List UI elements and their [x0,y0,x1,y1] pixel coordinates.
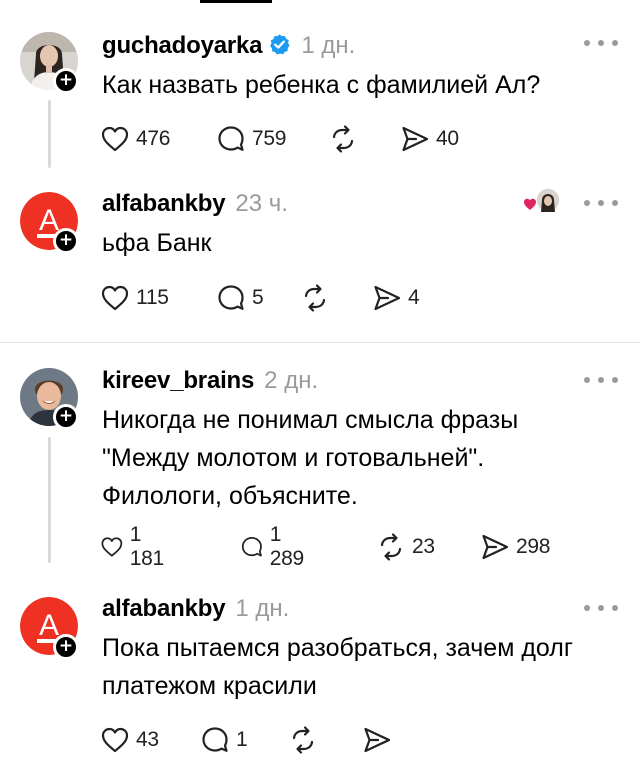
follow-plus-badge[interactable]: + [53,404,79,430]
reply-bubble-icon [240,532,264,562]
author-avatar-with-heart-icon [524,187,561,213]
repost-icon [328,124,358,154]
heart-icon [100,532,124,562]
follow-plus-badge[interactable]: + [53,228,79,254]
post-text: Пока пытаемся разобраться, зачем долг пл… [102,629,602,705]
username[interactable]: kireev_brains [102,367,254,395]
reply-button[interactable]: 759 [216,124,286,154]
more-options-icon[interactable] [584,603,618,613]
heart-icon [100,283,130,313]
share-button[interactable] [362,725,392,755]
post-time: 1 дн. [301,32,356,59]
post-alfabankby-reply[interactable]: A + alfabankby 23 ч. ьфа Банк 115 5 4 [0,180,640,340]
more-options-icon[interactable] [584,375,618,385]
share-send-icon [400,124,430,154]
post-time: 2 дн. [264,367,319,394]
follow-plus-badge[interactable]: + [53,634,79,660]
thread-connector-line [48,100,51,168]
share-count: 40 [436,127,459,150]
like-button[interactable]: 43 [100,725,159,755]
username[interactable]: alfabankby [102,595,226,623]
reply-button[interactable]: 1 [200,725,248,755]
follow-plus-badge[interactable]: + [53,68,79,94]
post-guchadoyarka[interactable]: + guchadoyarka 1 дн. Как назвать ребенка… [0,0,640,180]
repost-count: 23 [412,535,435,558]
post-text: ьфа Банк [102,229,212,257]
username[interactable]: alfabankby [102,190,226,218]
post-text-line: платежом красили [102,672,317,700]
repost-icon [288,725,318,755]
share-send-icon [372,283,402,313]
reply-bubble-icon [216,124,246,154]
post-text-line: Пока пытаемся разобраться, зачем долг [102,634,573,662]
reply-button[interactable]: 1 289 [240,523,310,570]
like-count: 1 181 [129,523,164,570]
like-button[interactable]: 115 [100,283,169,313]
share-send-icon [480,532,510,562]
like-count: 43 [136,728,159,751]
post-text: Как назвать ребенка с фамилией Ал? [102,71,541,99]
like-count: 115 [136,286,169,309]
like-count: 476 [136,127,171,150]
share-send-icon [362,725,392,755]
share-count: 4 [408,286,420,309]
share-count: 298 [516,535,551,558]
reply-bubble-icon [200,725,230,755]
repost-button[interactable] [300,283,330,313]
heart-icon [100,124,130,154]
share-button[interactable]: 4 [372,283,420,313]
like-button[interactable]: 476 [100,124,170,154]
repost-icon [300,283,330,313]
thread-connector-line [48,437,51,563]
like-button[interactable]: 1 181 [100,523,170,570]
post-time: 1 дн. [235,595,290,622]
more-options-icon[interactable] [584,38,618,48]
post-text-line: Никогда не понимал смысла фразы [102,406,519,434]
repost-button[interactable] [328,124,358,154]
share-button[interactable]: 40 [400,124,459,154]
post-text-line: "Между молотом и готовальней". [102,444,485,472]
post-text: Никогда не понимал смысла фразы "Между м… [102,401,602,515]
post-text-line: Филологи, объясните. [102,482,358,510]
reply-count: 5 [252,286,264,309]
reply-count: 1 289 [269,523,304,570]
post-time: 23 ч. [235,190,288,217]
reply-bubble-icon [216,283,246,313]
liked-by-author-indicator [522,186,562,218]
reply-count: 759 [252,127,287,150]
more-options-icon[interactable] [584,198,618,208]
reply-count: 1 [236,728,248,751]
share-button[interactable]: 298 [480,532,550,562]
verified-badge-icon [270,34,290,55]
heart-icon [100,725,130,755]
post-alfabankby-second[interactable]: A + alfabankby 1 дн. Пока пытаемся разоб… [0,583,640,778]
repost-icon [376,532,406,562]
repost-button[interactable] [288,725,318,755]
reply-button[interactable]: 5 [216,283,264,313]
post-kireev-brains[interactable]: + kireev_brains 2 дн. Никогда не понимал… [0,343,640,583]
repost-button[interactable]: 23 [376,532,435,562]
username[interactable]: guchadoyarka [102,32,263,60]
